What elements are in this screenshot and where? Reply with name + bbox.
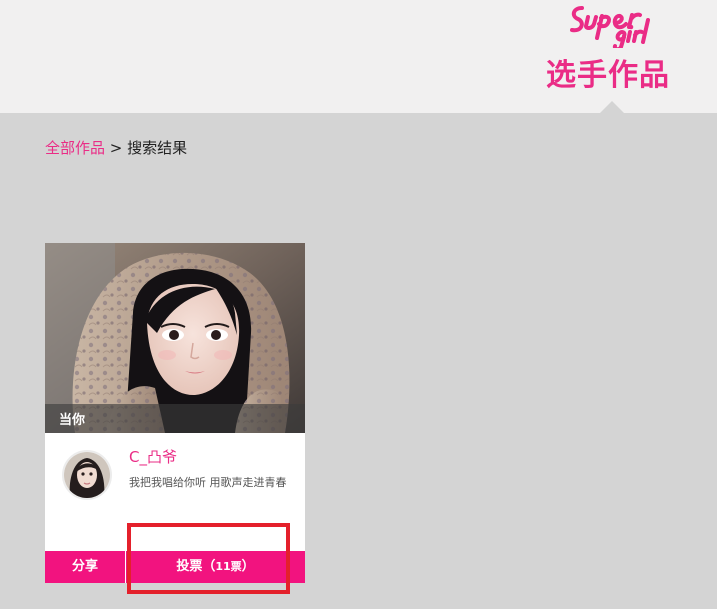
vote-button[interactable]: 投票（11票） [126, 551, 305, 583]
page-header: 选手作品 [0, 0, 717, 114]
breadcrumb: 全部作品 > 搜索结果 [45, 137, 187, 158]
breadcrumb-current: 搜索结果 [127, 139, 188, 157]
super-girl-logo [570, 6, 650, 48]
share-button[interactable]: 分享 [45, 551, 125, 583]
work-title-bar: 当你 [45, 404, 305, 433]
work-title: 当你 [59, 413, 86, 428]
username[interactable]: C_凸爷 [129, 446, 177, 467]
avatar[interactable] [62, 450, 112, 500]
work-cover-photo[interactable]: 当你 [45, 243, 305, 433]
vote-label: 投票（ [176, 559, 216, 574]
vote-count: 11票 [215, 560, 242, 573]
work-description: 我把我唱给你听 用歌声走进青春 [129, 476, 287, 489]
breadcrumb-separator: > [109, 139, 123, 157]
active-section-pointer [599, 101, 625, 114]
vote-suffix: ） [241, 559, 255, 574]
breadcrumb-all-works-link[interactable]: 全部作品 [45, 139, 105, 157]
work-card: 当你 C_凸爷 我把我唱给你听 用歌声走进青春 分享 投票（11票） [45, 243, 305, 583]
header-title: 选手作品 [546, 58, 670, 93]
